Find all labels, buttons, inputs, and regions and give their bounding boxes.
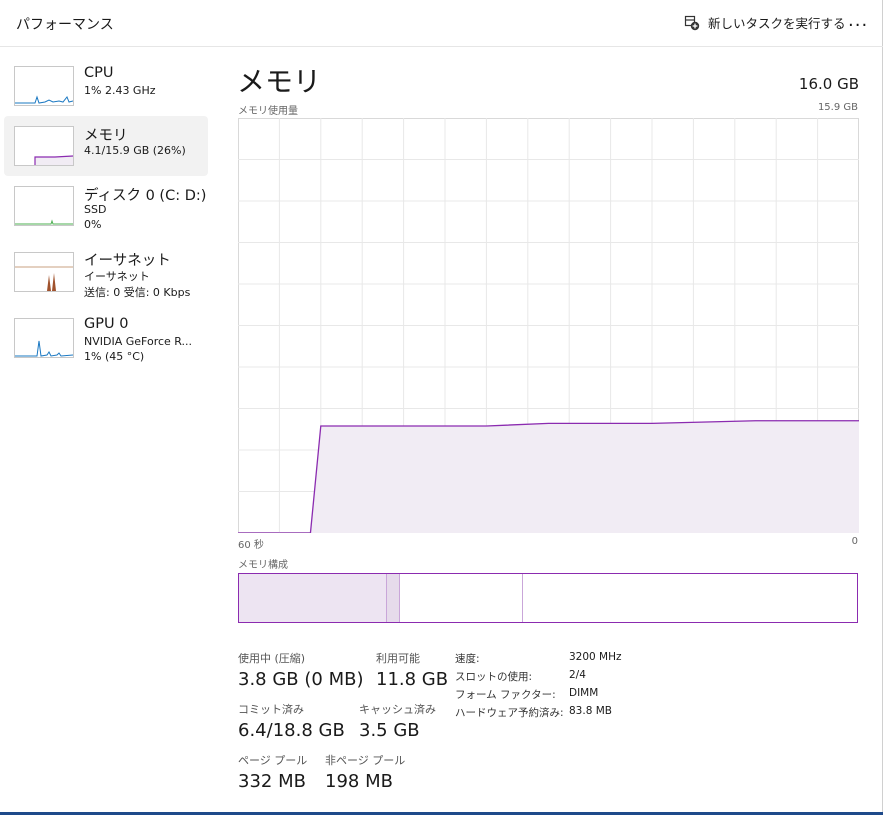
memory-usage-chart xyxy=(238,118,859,533)
sidebar-item-memory[interactable]: メモリ 4.1/15.9 GB (26%) xyxy=(4,116,208,176)
time-start-label: 60 秒 xyxy=(238,540,264,551)
memory-thumbnail xyxy=(14,126,74,166)
memory-composition-bar xyxy=(238,573,858,623)
ethernet-thumbnail xyxy=(14,252,74,292)
sidebar-item-detail: 送信: 0 受信: 0 Kbps xyxy=(84,286,191,299)
main-title: メモリ xyxy=(237,65,322,98)
sidebar-item-cpu[interactable]: CPU 1% 2.43 GHz xyxy=(4,56,208,116)
hardware-reserved-value: 83.8 MB xyxy=(569,705,612,717)
form-factor-label: フォーム ファクター: xyxy=(455,689,556,701)
sidebar-item-label: イーサネット xyxy=(84,253,171,269)
title-bar: パフォーマンス 新しいタスクを実行する ... xyxy=(0,0,883,47)
time-end-label: 0 xyxy=(851,536,858,547)
in-use-value: 3.8 GB (0 MB) xyxy=(238,669,364,690)
composition-standby[interactable] xyxy=(399,574,524,622)
run-task-label: 新しいタスクを実行する xyxy=(708,16,846,31)
committed-value: 6.4/18.8 GB xyxy=(238,720,345,741)
composition-modified[interactable] xyxy=(387,574,400,622)
composition-label: メモリ構成 xyxy=(238,560,288,571)
usage-area xyxy=(238,420,859,533)
sidebar-item-label: CPU xyxy=(84,65,114,81)
slots-label: スロットの使用: xyxy=(455,671,533,683)
paged-pool-label: ページ プール xyxy=(238,754,308,767)
slots-value: 2/4 xyxy=(569,669,586,681)
sidebar-item-gpu[interactable]: GPU 0 NVIDIA GeForce R... 1% (45 °C) xyxy=(4,310,208,370)
cached-value: 3.5 GB xyxy=(359,720,420,741)
sidebar-item-label: メモリ xyxy=(84,128,128,144)
composition-free[interactable] xyxy=(523,574,857,622)
sidebar-item-detail: NVIDIA GeForce R... xyxy=(84,335,193,348)
disk-thumbnail xyxy=(14,186,74,226)
sidebar-item-disk[interactable]: ディスク 0 (C: D:) SSD 0% xyxy=(4,178,208,238)
sidebar-item-detail: SSD xyxy=(84,203,107,216)
sidebar-item-label: ディスク 0 (C: D:) xyxy=(84,188,207,204)
total-memory: 16.0 GB xyxy=(798,75,859,93)
form-factor-value: DIMM xyxy=(569,687,599,699)
sidebar-item-detail: 1% 2.43 GHz xyxy=(84,84,156,97)
cached-label: キャッシュ済み xyxy=(359,703,436,716)
speed-value: 3200 MHz xyxy=(569,651,622,663)
in-use-label: 使用中 (圧縮) xyxy=(238,652,306,665)
sidebar-item-detail: イーサネット xyxy=(84,270,150,283)
page-title: パフォーマンス xyxy=(16,17,114,33)
new-task-icon xyxy=(684,15,700,30)
sidebar-item-detail: 1% (45 °C) xyxy=(84,350,145,363)
nonpaged-pool-label: 非ページ プール xyxy=(325,754,406,767)
committed-label: コミット済み xyxy=(238,703,304,716)
paged-pool-value: 332 MB xyxy=(238,771,306,792)
more-options-button[interactable]: ... xyxy=(848,10,868,31)
hardware-reserved-label: ハードウェア予約済み: xyxy=(455,707,564,719)
gpu-thumbnail xyxy=(14,318,74,358)
available-value: 11.8 GB xyxy=(376,669,449,690)
usage-chart-label: メモリ使用量 xyxy=(238,106,298,117)
nonpaged-pool-value: 198 MB xyxy=(325,771,393,792)
speed-label: 速度: xyxy=(455,653,480,665)
cpu-thumbnail xyxy=(14,66,74,106)
sidebar-item-detail: 0% xyxy=(84,218,102,231)
available-label: 利用可能 xyxy=(376,652,420,665)
composition-in-use[interactable] xyxy=(239,574,388,622)
sidebar-item-ethernet[interactable]: イーサネット イーサネット 送信: 0 受信: 0 Kbps xyxy=(4,244,208,304)
sidebar-item-label: GPU 0 xyxy=(84,316,129,332)
sidebar-item-detail: 4.1/15.9 GB (26%) xyxy=(84,144,186,157)
run-new-task-button[interactable]: 新しいタスクを実行する xyxy=(684,13,846,32)
usage-chart-max: 15.9 GB xyxy=(817,102,858,113)
